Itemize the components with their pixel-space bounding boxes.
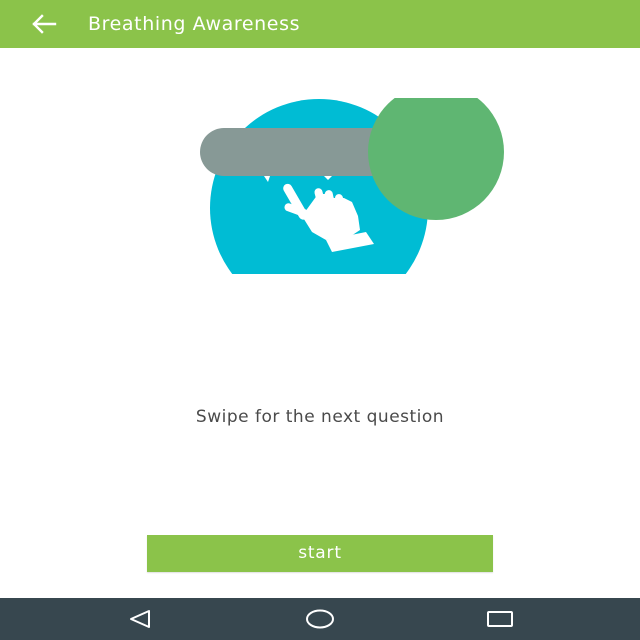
nav-recents-button[interactable] [465, 598, 535, 640]
instruction-text: Swipe for the next question [195, 407, 445, 427]
back-button[interactable] [24, 8, 64, 40]
navigation-bar [0, 598, 640, 640]
back-triangle-icon [130, 610, 150, 628]
arrow-left-icon [32, 14, 57, 34]
nav-home-button[interactable] [285, 598, 355, 640]
app-bar: Breathing Awareness [0, 0, 640, 48]
page-title: Breathing Awareness [88, 13, 301, 35]
home-circle-icon [306, 609, 334, 629]
swipe-illustration [198, 98, 508, 274]
recents-square-icon [487, 611, 513, 627]
screen: Breathing Awareness Swipe for the next q… [0, 0, 640, 640]
start-button[interactable]: start [147, 535, 493, 572]
nav-back-button[interactable] [105, 598, 175, 640]
